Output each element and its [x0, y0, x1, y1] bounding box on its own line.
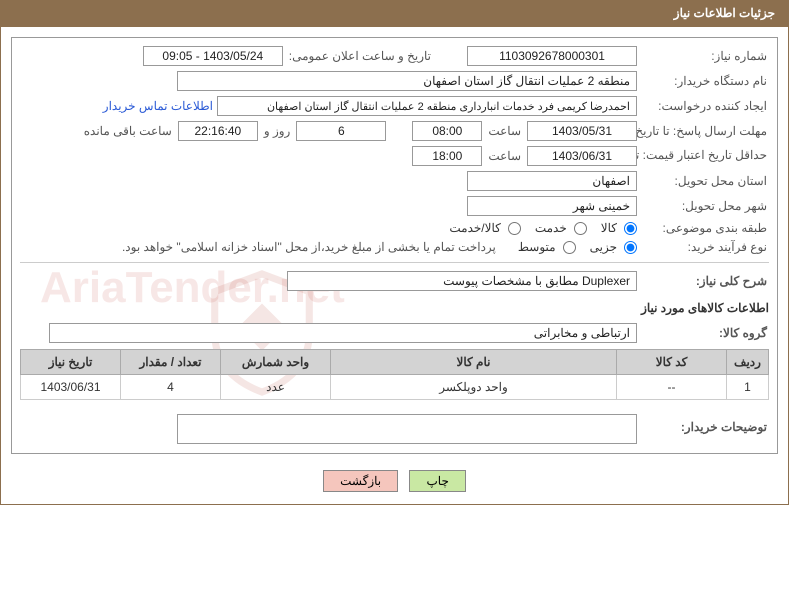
- th-index: ردیف: [727, 350, 769, 375]
- radio-category-both[interactable]: کالا/خدمت: [449, 221, 520, 235]
- panel-header: جزئیات اطلاعات نیاز: [0, 0, 789, 26]
- radio-input-goods[interactable]: [624, 222, 637, 235]
- table-header-row: ردیف کد کالا نام کالا واحد شمارش تعداد /…: [21, 350, 769, 375]
- radio-label-both: کالا/خدمت: [449, 221, 500, 235]
- back-button[interactable]: بازگشت: [323, 470, 398, 492]
- outer-panel: AriaTender.net شماره نیاز: 1103092678000…: [0, 26, 789, 505]
- radio-category-goods[interactable]: کالا: [601, 221, 637, 235]
- cell-code: --: [617, 375, 727, 400]
- cell-index: 1: [727, 375, 769, 400]
- label-buyer-notes: توضیحات خریدار:: [641, 414, 769, 434]
- radio-purchase-minor[interactable]: جزیی: [590, 240, 637, 254]
- section-items-title: اطلاعات کالاهای مورد نیاز: [20, 301, 769, 315]
- radio-purchase-medium[interactable]: متوسط: [518, 240, 576, 254]
- th-name: نام کالا: [331, 350, 617, 375]
- label-province: استان محل تحویل:: [641, 174, 769, 188]
- table-row: 1 -- واحد دوپلکسر عدد 4 1403/06/31: [21, 375, 769, 400]
- field-item-group: ارتباطی و مخابراتی: [49, 323, 637, 343]
- label-days-and: روز و: [262, 124, 293, 138]
- label-need-no: شماره نیاز:: [641, 49, 769, 63]
- cell-name: واحد دوپلکسر: [331, 375, 617, 400]
- radio-input-service[interactable]: [574, 222, 587, 235]
- radio-label-medium: متوسط: [518, 240, 556, 254]
- radio-input-both[interactable]: [508, 222, 521, 235]
- label-time-remaining: ساعت باقی مانده: [82, 124, 174, 138]
- label-city: شهر محل تحویل:: [641, 199, 769, 213]
- field-validity-time: 18:00: [412, 146, 482, 166]
- label-time-2: ساعت: [486, 149, 523, 163]
- label-validity: حداقل تاریخ اعتبار قیمت: تا تاریخ:: [641, 149, 769, 162]
- field-need-no: 1103092678000301: [467, 46, 637, 66]
- th-unit: واحد شمارش: [221, 350, 331, 375]
- field-city: خمینی شهر: [467, 196, 637, 216]
- radio-label-service: خدمت: [535, 221, 567, 235]
- th-code: کد کالا: [617, 350, 727, 375]
- payment-note: پرداخت تمام یا بخشی از مبلغ خرید،از محل …: [122, 240, 496, 254]
- label-buyer-org: نام دستگاه خریدار:: [641, 74, 769, 88]
- radio-category-service[interactable]: خدمت: [535, 221, 587, 235]
- field-province: اصفهان: [467, 171, 637, 191]
- th-date: تاریخ نیاز: [21, 350, 121, 375]
- separator-1: [20, 262, 769, 263]
- cell-date: 1403/06/31: [21, 375, 121, 400]
- field-buyer-notes: [177, 414, 637, 444]
- field-general-desc: Duplexer مطابق با مشخصات پیوست: [287, 271, 637, 291]
- label-time-1: ساعت: [486, 124, 523, 138]
- field-validity-date: 1403/06/31: [527, 146, 637, 166]
- radio-label-goods: کالا: [601, 221, 617, 235]
- label-purchase-type: نوع فرآیند خرید:: [641, 240, 769, 254]
- label-announce: تاریخ و ساعت اعلان عمومی:: [287, 49, 433, 63]
- field-requester: احمدرضا کریمی فرد خدمات انبارداری منطقه …: [217, 96, 637, 116]
- buyer-contact-link[interactable]: اطلاعات تماس خریدار: [103, 99, 213, 113]
- radio-group-purchase: جزیی متوسط: [518, 240, 637, 254]
- label-deadline: مهلت ارسال پاسخ: تا تاریخ:: [641, 124, 769, 138]
- field-countdown: 22:16:40: [178, 121, 258, 141]
- label-item-group: گروه کالا:: [641, 326, 769, 340]
- field-announce: 1403/05/24 - 09:05: [143, 46, 283, 66]
- label-general-desc: شرح کلی نیاز:: [641, 274, 769, 288]
- items-table: ردیف کد کالا نام کالا واحد شمارش تعداد /…: [20, 349, 769, 400]
- radio-input-medium[interactable]: [563, 241, 576, 254]
- label-category: طبقه بندی موضوعی:: [641, 221, 769, 235]
- field-deadline-time: 08:00: [412, 121, 482, 141]
- field-buyer-org: منطقه 2 عملیات انتقال گاز استان اصفهان: [177, 71, 637, 91]
- label-requester: ایجاد کننده درخواست:: [641, 99, 769, 113]
- panel-title: جزئیات اطلاعات نیاز: [674, 6, 775, 20]
- print-button[interactable]: چاپ: [409, 470, 465, 492]
- radio-group-category: کالا خدمت کالا/خدمت: [449, 221, 637, 235]
- details-panel: AriaTender.net شماره نیاز: 1103092678000…: [11, 37, 778, 454]
- cell-unit: عدد: [221, 375, 331, 400]
- cell-qty: 4: [121, 375, 221, 400]
- field-days-remaining: 6: [296, 121, 386, 141]
- radio-label-minor: جزیی: [590, 240, 617, 254]
- th-qty: تعداد / مقدار: [121, 350, 221, 375]
- field-deadline-date: 1403/05/31: [527, 121, 637, 141]
- button-row: چاپ بازگشت: [1, 460, 788, 504]
- radio-input-minor[interactable]: [624, 241, 637, 254]
